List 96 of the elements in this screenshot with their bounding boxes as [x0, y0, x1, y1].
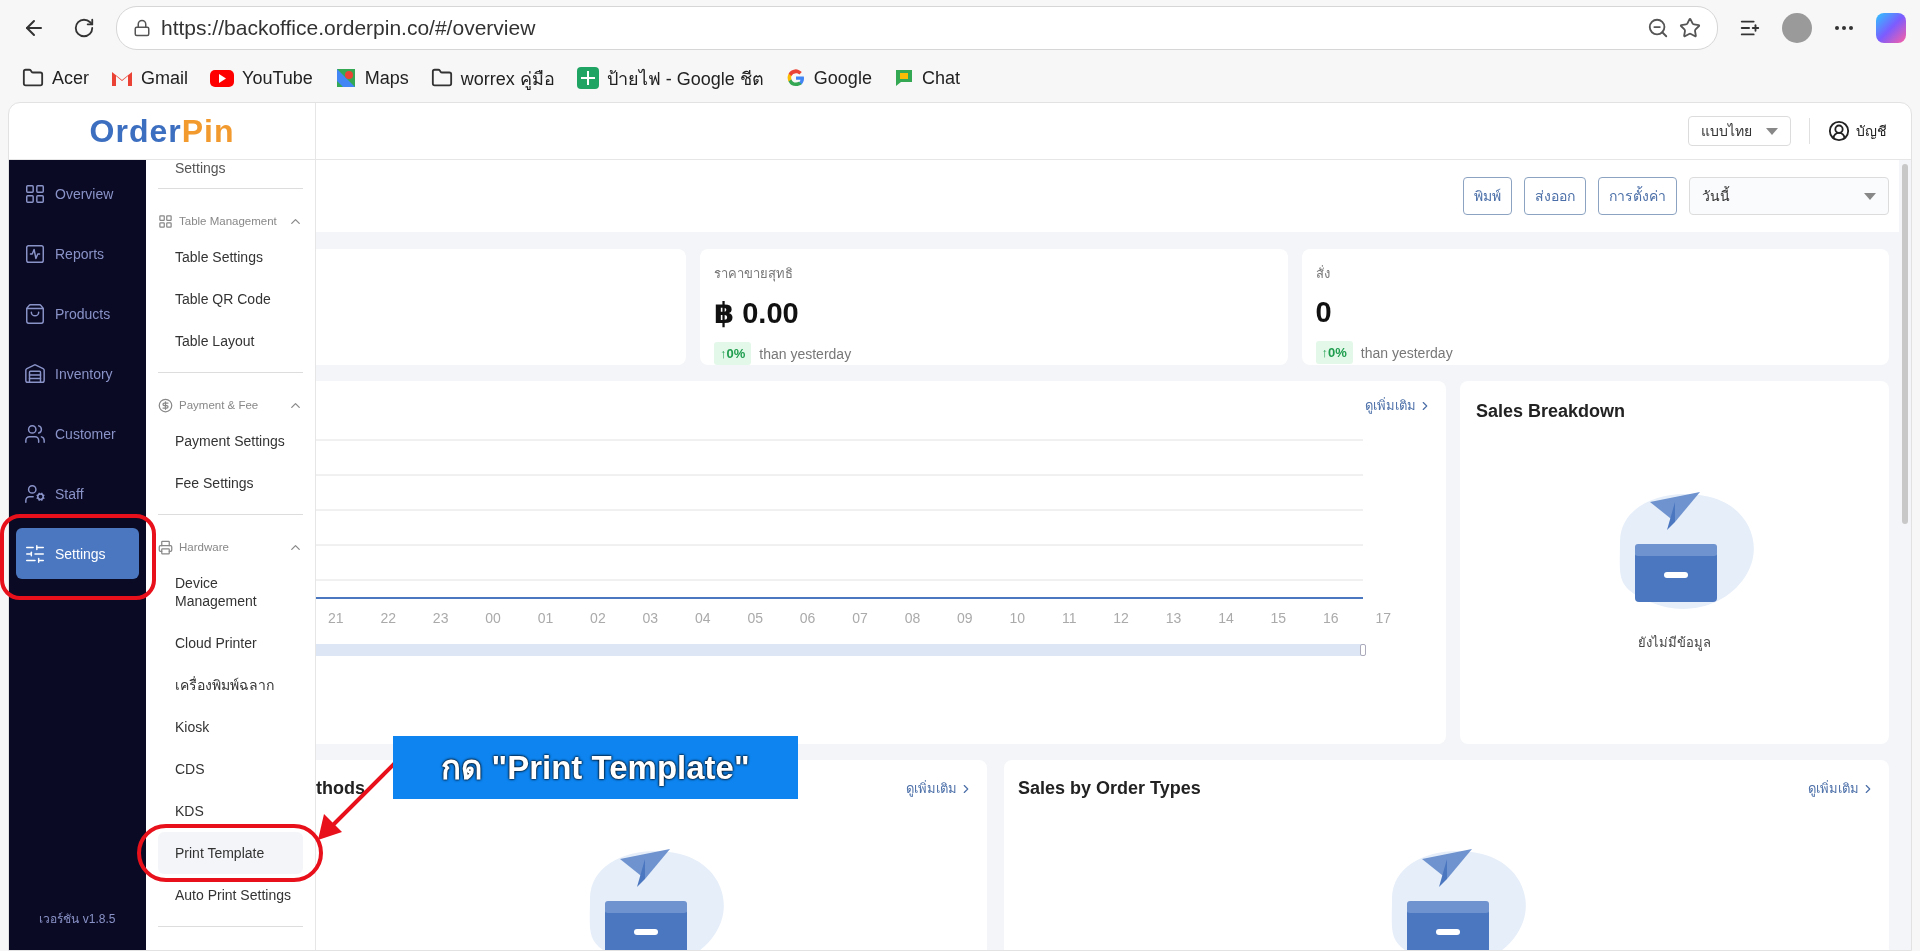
bookmark-link[interactable]: Maps	[334, 67, 409, 89]
submenu-group-header[interactable]: Table Management	[179, 215, 282, 227]
toolbar-button[interactable]: การตั้งค่า	[1598, 177, 1677, 215]
submenu-item[interactable]: Kiosk	[158, 706, 303, 748]
axis-label: 08	[904, 610, 921, 626]
submenu-item[interactable]: Table QR Code	[158, 278, 303, 320]
axis-label: 12	[1113, 610, 1129, 626]
folder-icon	[22, 67, 44, 89]
bookmark-link[interactable]: ป้ายไฟ - Google ชีต	[576, 63, 764, 93]
account-link[interactable]: บัญชี	[1856, 120, 1887, 142]
bookmark-link[interactable]: Gmail	[111, 67, 189, 89]
date-range-select[interactable]: วันนี้	[1689, 177, 1889, 215]
axis-label: 05	[747, 610, 763, 626]
sidebar-item[interactable]: Staff	[16, 468, 139, 519]
submenu-item[interactable]: Settings	[158, 160, 303, 189]
users-icon	[24, 422, 46, 445]
submenu-item[interactable]: Device Management	[158, 562, 255, 622]
sidebar-item[interactable]: Reports	[16, 228, 139, 279]
submenu-item[interactable]: KDS	[158, 790, 303, 832]
copilot-icon[interactable]	[1876, 13, 1906, 43]
axis-label: 13	[1165, 610, 1182, 626]
axis-label: 23	[432, 610, 449, 626]
axis-label: 16	[1323, 610, 1339, 626]
axis-label: 03	[642, 610, 659, 626]
toolbar-button[interactable]: พิมพ์	[1463, 177, 1512, 215]
axis-label: 15	[1270, 610, 1287, 626]
user-gear-icon	[24, 482, 46, 505]
dollar-icon	[158, 397, 173, 413]
bookmark-link[interactable]: Acer	[22, 67, 89, 89]
sidebar-item[interactable]: Customer	[16, 408, 139, 459]
axis-label: 14	[1218, 610, 1234, 626]
chat-icon	[893, 68, 914, 88]
submenu-group-header[interactable]: Hardware	[179, 541, 282, 553]
play-icon	[210, 69, 235, 87]
bag-icon	[24, 302, 46, 325]
instruction-caption: กด "Print Template"	[393, 736, 798, 799]
mail-icon	[111, 69, 133, 87]
zoom-out-icon[interactable]	[1647, 17, 1669, 39]
warehouse-icon	[24, 362, 46, 385]
axis-label: 21	[328, 610, 344, 626]
submenu-item[interactable]: Auto Print Settings	[158, 874, 303, 916]
bookmark-link[interactable]: YouTube	[210, 67, 313, 89]
submenu-item[interactable]: Print Template	[158, 832, 303, 874]
sidebar-item[interactable]: Products	[16, 288, 139, 339]
bookmark-link[interactable]: Chat	[893, 67, 960, 89]
submenu-item[interactable]: Payment Settings	[158, 420, 303, 462]
user-icon[interactable]	[1828, 120, 1850, 142]
lock-icon	[133, 19, 151, 37]
grid-icon	[24, 182, 46, 205]
map-icon	[334, 67, 357, 89]
toolbar-button[interactable]: ส่งออก	[1524, 177, 1586, 215]
see-more-link[interactable]: ดูเพิ่มเติม	[1808, 778, 1875, 799]
folder-icon	[430, 67, 453, 89]
axis-label: 07	[852, 610, 868, 626]
sidebar-item[interactable]: Overview	[16, 168, 139, 219]
version-label: เวอร์ชัน v1.8.5	[38, 911, 117, 928]
sales-breakdown-card: Sales Breakdown ยังไม่มีข้อมูล	[1460, 381, 1889, 744]
axis-label: 04	[694, 610, 711, 626]
sidebar-item[interactable]: Inventory	[16, 348, 139, 399]
more-icon	[1835, 26, 1853, 30]
report-card: Sales by Order Types ดูเพิ่มเติม	[1004, 760, 1889, 950]
submenu-item[interactable]: Table Settings	[158, 236, 303, 278]
address-bar[interactable]: https://backoffice.orderpin.co/#/overview	[116, 6, 1718, 50]
submenu-item[interactable]: เครื่องพิมพ์ฉลาก	[158, 664, 303, 706]
language-select[interactable]: แบบไทย	[1688, 116, 1791, 146]
bookmark-link[interactable]: worrex คู่มือ	[430, 63, 555, 93]
star-icon[interactable]	[1679, 17, 1701, 39]
sidebar-item[interactable]: Settings	[16, 528, 139, 579]
submenu-item[interactable]: Fee Settings	[158, 462, 303, 504]
axis-label: 09	[957, 610, 973, 626]
axis-label: 01	[537, 610, 554, 626]
see-more-link[interactable]: ดูเพิ่มเติม	[906, 778, 973, 799]
submenu-item[interactable]: CDS	[158, 748, 303, 790]
axis-label: 02	[590, 610, 606, 626]
google-icon	[785, 68, 806, 88]
axis-label: 06	[799, 610, 816, 626]
reload-icon	[73, 17, 95, 39]
grid-icon	[158, 213, 173, 229]
submenu-group-header[interactable]: Payment & Fee	[179, 399, 282, 411]
profile-avatar[interactable]	[1782, 13, 1812, 43]
printer-icon	[158, 539, 173, 555]
bookmark-link[interactable]: Google	[785, 67, 872, 89]
axis-label: 22	[380, 610, 396, 626]
axis-label: 17	[1375, 610, 1391, 626]
axis-label: 10	[1009, 610, 1026, 626]
pulse-icon	[24, 242, 46, 265]
zoom-slider[interactable]	[316, 644, 1363, 656]
submenu-item[interactable]: Cloud Printer	[158, 622, 303, 664]
see-more-link[interactable]: ดูเพิ่มเติม	[1365, 395, 1432, 416]
axis-label: 11	[1061, 610, 1077, 626]
sliders-icon	[24, 542, 46, 565]
stat-card: สั่ง 0 ↑0% than yesterday	[1301, 249, 1889, 365]
stat-card: ราคาขายสุทธิ ฿ 0.00 ↑0% than yesterday	[700, 249, 1288, 365]
axis-label: 00	[485, 610, 501, 626]
sheet-icon	[576, 67, 599, 89]
submenu-item[interactable]: Table Layout	[158, 320, 303, 362]
